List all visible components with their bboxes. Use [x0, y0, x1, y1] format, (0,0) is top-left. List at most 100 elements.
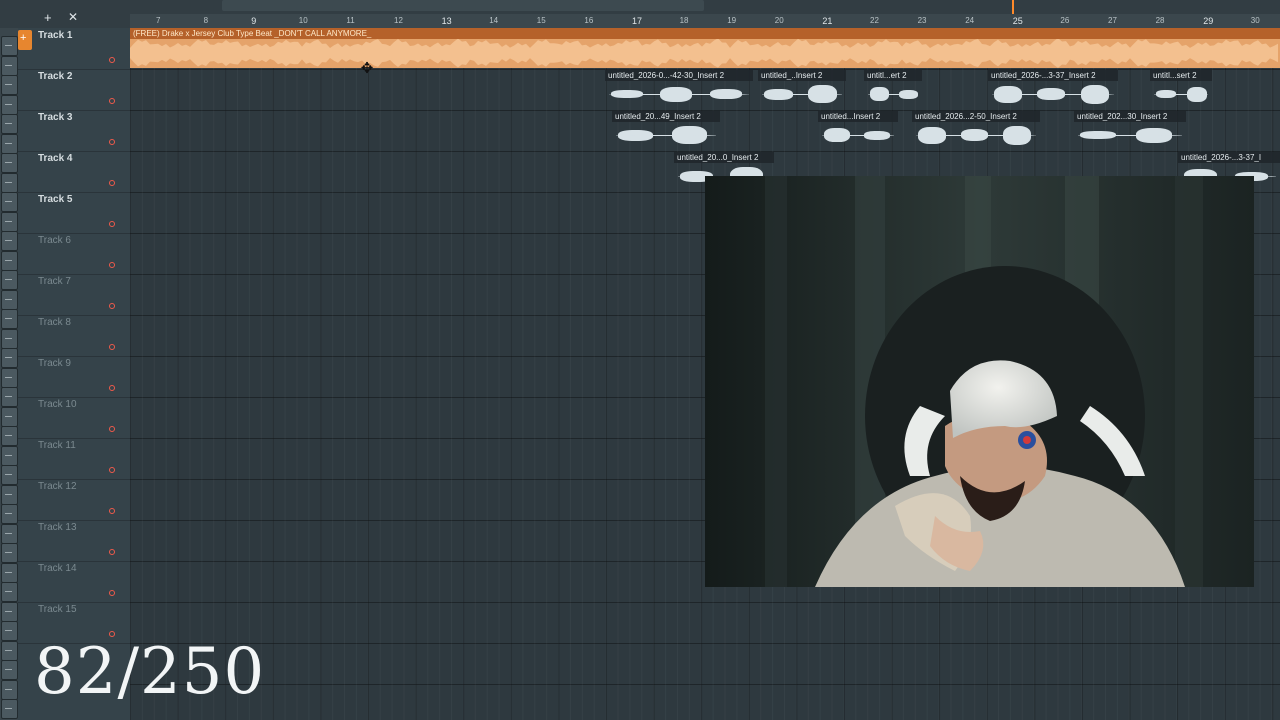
- browser-folder-item[interactable]: [1, 153, 18, 173]
- record-arm-icon[interactable]: [109, 98, 115, 104]
- timeline-ruler[interactable]: 7 8 9 10 11 12 13 14 15 16 17 18 19 20 21 22 23 24 25 26 27 2…: [130, 14, 1280, 29]
- plus-icon[interactable]: +: [44, 11, 52, 24]
- browser-folder-item[interactable]: [1, 289, 18, 310]
- record-arm-icon[interactable]: [109, 303, 115, 309]
- track-label: Track 6: [38, 235, 71, 246]
- browser-folder-item[interactable]: [1, 348, 18, 368]
- audio-clip[interactable]: untitled_20...49_Insert 2: [612, 111, 720, 149]
- audio-clip[interactable]: untitl...ert 2: [864, 70, 922, 108]
- browser-folder-item[interactable]: [1, 328, 18, 349]
- ruler-bar-number: 10: [298, 16, 308, 25]
- playhead-marker[interactable]: [1012, 0, 1014, 14]
- audio-clip[interactable]: untitled_2026-0...-42-30_Insert 2: [605, 70, 753, 108]
- record-arm-icon[interactable]: [109, 180, 115, 186]
- record-arm-icon[interactable]: [109, 590, 115, 596]
- browser-folder-item[interactable]: [1, 367, 18, 388]
- browser-folder-item[interactable]: [1, 406, 18, 427]
- audio-clip[interactable]: untitled_..Insert 2: [758, 70, 846, 108]
- track-header[interactable]: Track 11: [18, 438, 130, 480]
- folder-dash-icon: [5, 532, 12, 534]
- audio-clip[interactable]: untitled...Insert 2: [818, 111, 898, 149]
- track-label: Track 12: [38, 481, 77, 492]
- record-arm-icon[interactable]: [109, 549, 115, 555]
- track-header[interactable]: Track 10: [18, 397, 130, 439]
- browser-folder-item[interactable]: [1, 660, 18, 680]
- browser-folder-item[interactable]: [1, 270, 18, 290]
- record-arm-icon[interactable]: [109, 221, 115, 227]
- browser-folder-item[interactable]: [1, 582, 18, 602]
- browser-folder-item[interactable]: [1, 445, 18, 466]
- record-arm-icon[interactable]: [109, 385, 115, 391]
- folder-dash-icon: [5, 474, 12, 475]
- browser-folder-item[interactable]: [1, 523, 18, 544]
- close-icon[interactable]: ✕: [68, 11, 78, 24]
- browser-folder-item[interactable]: [1, 231, 18, 251]
- track-header[interactable]: Track 14: [18, 561, 130, 603]
- record-arm-icon[interactable]: [109, 57, 115, 63]
- browser-folder-item[interactable]: [1, 484, 18, 505]
- folder-dash-icon: [5, 688, 12, 690]
- track-header[interactable]: Track 9: [18, 356, 130, 398]
- track-header[interactable]: Track 5: [18, 192, 130, 234]
- track-header[interactable]: Track 8: [18, 315, 130, 357]
- browser-folder-item[interactable]: [1, 387, 18, 407]
- browser-folder-item[interactable]: [1, 504, 18, 524]
- horizontal-scrollbar[interactable]: [222, 0, 704, 11]
- browser-folder-item[interactable]: [1, 133, 18, 154]
- waveform: [605, 81, 753, 108]
- browser-folder-item[interactable]: [1, 601, 18, 622]
- browser-folder-item[interactable]: [1, 679, 18, 700]
- folder-dash-icon: [5, 591, 12, 592]
- clip-title: untitled_20...0_Insert 2: [674, 152, 774, 163]
- browser-folder-item[interactable]: [1, 426, 18, 446]
- track-header[interactable]: + Track 1: [18, 28, 130, 70]
- audio-clip-main[interactable]: (FREE) Drake x Jersey Club Type Beat _DO…: [130, 28, 1280, 68]
- track-label: Track 3: [38, 112, 73, 123]
- browser-folder-item[interactable]: [1, 309, 18, 329]
- browser-folder-item[interactable]: [1, 36, 18, 56]
- record-arm-icon[interactable]: [109, 426, 115, 432]
- ruler-bar-number: 29: [1203, 16, 1214, 26]
- browser-folder-item[interactable]: [1, 465, 18, 485]
- record-arm-icon[interactable]: [109, 344, 115, 350]
- browser-folder-item[interactable]: [1, 211, 18, 232]
- audio-clip[interactable]: untitled_202...30_Insert 2: [1074, 111, 1186, 149]
- browser-folder-item[interactable]: [1, 94, 18, 115]
- audio-clip[interactable]: untitl...sert 2: [1150, 70, 1212, 108]
- track-header[interactable]: Track 13: [18, 520, 130, 562]
- clip-title: untitl...sert 2: [1150, 70, 1212, 81]
- track-header[interactable]: Track 3: [18, 110, 130, 152]
- browser-folder-item[interactable]: [1, 114, 18, 134]
- record-arm-icon[interactable]: [109, 139, 115, 145]
- waveform: [912, 122, 1040, 149]
- record-arm-icon[interactable]: [109, 467, 115, 473]
- audio-clip[interactable]: untitled_2026-...3-37_Insert 2: [988, 70, 1118, 108]
- track-header[interactable]: Track 4: [18, 151, 130, 193]
- track-header[interactable]: Track 6: [18, 233, 130, 275]
- track-header[interactable]: Track 7: [18, 274, 130, 316]
- ruler-bar-number: 18: [679, 16, 689, 25]
- track-selected-icon[interactable]: +: [18, 30, 32, 50]
- record-arm-icon[interactable]: [109, 262, 115, 268]
- ruler-bar-number: 27: [1108, 16, 1117, 25]
- waveform-baseline: [609, 94, 749, 95]
- browser-folder-item[interactable]: [1, 699, 18, 719]
- folder-dash-icon: [5, 220, 12, 222]
- browser-folder-item[interactable]: [1, 543, 18, 563]
- browser-folder-item[interactable]: [1, 172, 18, 193]
- browser-folder-item[interactable]: [1, 640, 18, 661]
- record-arm-icon[interactable]: [109, 508, 115, 514]
- browser-folder-item[interactable]: [1, 75, 18, 95]
- track-header[interactable]: Track 12: [18, 479, 130, 521]
- browser-folder-item[interactable]: [1, 192, 18, 212]
- browser-folder-item[interactable]: [1, 55, 18, 76]
- ruler-bar-number: 20: [774, 16, 784, 25]
- audio-clip[interactable]: untitled_2026...2-50_Insert 2: [912, 111, 1040, 149]
- track-header[interactable]: Track 2: [18, 69, 130, 111]
- browser-folder-item[interactable]: [1, 621, 18, 641]
- folder-dash-icon: [5, 376, 12, 378]
- browser-folder-item[interactable]: [1, 250, 18, 271]
- waveform-baseline: [762, 94, 842, 95]
- browser-folder-item[interactable]: [1, 562, 18, 583]
- move-cursor-icon: ✥: [360, 60, 374, 77]
